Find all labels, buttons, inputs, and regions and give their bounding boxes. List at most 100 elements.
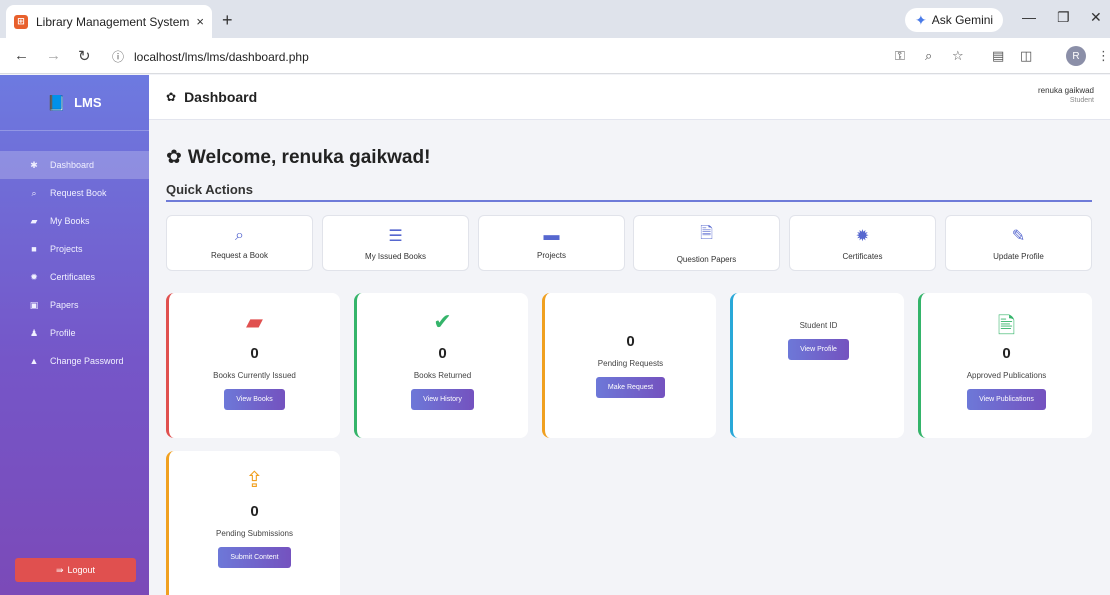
browser-tab[interactable]: ⊞ Library Management System | S × <box>6 5 212 38</box>
sidebar-item-label: Request Book <box>50 188 107 198</box>
submit-content-button[interactable]: Submit Content <box>218 547 291 568</box>
key-icon[interactable]: ⚿ <box>895 48 905 64</box>
logout-label: Logout <box>67 565 96 575</box>
view-profile-button[interactable]: View Profile <box>788 339 849 360</box>
view-books-button[interactable]: View Books <box>224 389 285 410</box>
quick-action-certificates[interactable]: ✹ Certificates <box>789 215 936 271</box>
sidebar: 📘 LMS ✱ Dashboard ⌕ Request Book ▰ My Bo… <box>0 75 149 595</box>
profile-avatar[interactable]: R <box>1066 46 1086 66</box>
sidebar-item-profile[interactable]: ♟ Profile <box>0 319 149 347</box>
back-arrow-icon[interactable]: ← <box>14 47 29 64</box>
tab-close-button[interactable]: × <box>196 14 204 29</box>
welcome-text: Welcome, renuka gaikwad! <box>187 146 431 168</box>
quick-action-label: My Issued Books <box>365 251 426 261</box>
sidebar-item-dashboard[interactable]: ✱ Dashboard <box>0 151 149 179</box>
sidebar-item-change-password[interactable]: ▲ Change Password <box>0 347 149 375</box>
sidebar-item-projects[interactable]: ■ Projects <box>0 235 149 263</box>
sidebar-item-papers[interactable]: ▣ Papers <box>0 291 149 319</box>
page-title-text: Dashboard <box>184 89 258 105</box>
sidebar-item-label: Profile <box>50 328 76 338</box>
sidebar-item-request-book[interactable]: ⌕ Request Book <box>0 179 149 207</box>
divider <box>166 200 1092 202</box>
ask-gemini-button[interactable]: ✦ Ask Gemini <box>905 8 1004 32</box>
menu-kebab-icon[interactable]: ⋮ <box>1097 48 1110 64</box>
search-icon: ⌕ <box>31 187 37 198</box>
quick-actions-title: Quick Actions <box>166 182 253 197</box>
user-icon: ♟ <box>29 327 39 338</box>
lock-icon: ▲ <box>29 356 39 366</box>
palette-icon: ✿ <box>166 147 182 168</box>
palette-icon: ✿ <box>166 90 177 104</box>
quick-action-projects[interactable]: ▬ Projects <box>478 215 625 271</box>
stat-value: 0 <box>1002 345 1011 362</box>
stat-label: Pending Submissions <box>216 529 293 538</box>
stat-card-student-id: Student ID View Profile <box>730 293 904 438</box>
gemini-label: Ask Gemini <box>931 13 994 27</box>
view-publications-button[interactable]: View Publications <box>967 389 1046 410</box>
stat-card-approved-publications: 🖹 0 Approved Publications View Publicati… <box>918 293 1092 438</box>
sidebar-item-my-books[interactable]: ▰ My Books <box>0 207 149 235</box>
quick-action-question-papers[interactable]: 🗎 Question Papers <box>633 215 780 271</box>
brand[interactable]: 📘 LMS <box>0 75 149 131</box>
book-icon: ▰ <box>30 215 38 226</box>
sidebar-item-label: Change Password <box>50 356 124 366</box>
sidebar-item-label: Certificates <box>50 272 96 282</box>
site-info-icon[interactable]: ⓘ <box>112 48 124 65</box>
logout-icon: ⇛ <box>55 564 64 575</box>
url-field[interactable]: ⓘ localhost/lms/lms/dashboard.php <box>112 48 309 65</box>
quick-action-label: Projects <box>537 250 566 260</box>
dashboard-icon: ✱ <box>30 159 38 170</box>
url-text: localhost/lms/lms/dashboard.php <box>134 49 309 64</box>
minimize-icon[interactable]: — <box>1022 9 1036 25</box>
make-request-button[interactable]: Make Request <box>595 377 666 398</box>
bookmark-star-icon[interactable]: ☆ <box>952 48 964 64</box>
view-history-button[interactable]: View History <box>411 389 474 410</box>
stat-label: Approved Publications <box>966 371 1047 380</box>
address-bar: ← → ↻ ⓘ localhost/lms/lms/dashboard.php … <box>0 38 1110 74</box>
stat-value: 0 <box>626 333 635 350</box>
stat-label: Books Currently Issued <box>213 371 296 380</box>
stat-card-pending-submissions: ⇪ 0 Pending Submissions Submit Content <box>166 451 340 595</box>
sidebar-item-label: Papers <box>50 300 79 310</box>
user-role: Student <box>1069 97 1094 104</box>
user-info[interactable]: renuka gaikwad Student <box>1038 86 1094 104</box>
quick-action-label: Certificates <box>842 251 883 261</box>
quick-action-update-profile[interactable]: ✎ Update Profile <box>945 215 1092 271</box>
forward-arrow-icon[interactable]: → <box>46 47 61 64</box>
folder-icon: ■ <box>31 244 37 254</box>
favicon-icon: ⊞ <box>14 14 28 29</box>
tab-title: Library Management System | S <box>36 14 191 29</box>
stat-label: Student ID <box>799 321 838 330</box>
check-circle-icon: ✔ <box>433 309 452 334</box>
quick-action-request-book[interactable]: ⌕ Request a Book <box>166 215 313 271</box>
stat-value: 0 <box>438 345 447 362</box>
zoom-icon[interactable]: ⌕ <box>925 48 932 64</box>
stat-label: Books Returned <box>413 371 472 380</box>
sidebar-item-label: My Books <box>50 216 90 226</box>
logout-button[interactable]: ⇛ Logout <box>15 558 136 582</box>
side-panel-icon[interactable]: ◫ <box>1020 48 1032 64</box>
upload-icon: ⇪ <box>245 467 264 492</box>
quick-action-label: Request a Book <box>211 250 268 260</box>
new-tab-button[interactable]: + <box>222 10 233 31</box>
edit-icon: ✎ <box>1011 227 1026 245</box>
sidebar-item-label: Projects <box>50 244 83 254</box>
stat-card-books-returned: ✔ 0 Books Returned View History <box>354 293 528 438</box>
quick-action-my-issued-books[interactable]: ☰ My Issued Books <box>322 215 469 271</box>
restore-icon[interactable]: ❐ <box>1057 9 1070 26</box>
user-name: renuka gaikwad <box>1037 86 1094 95</box>
sidebar-item-label: Dashboard <box>50 160 95 170</box>
sidebar-item-certificates[interactable]: ✹ Certificates <box>0 263 149 291</box>
sidebar-nav: ✱ Dashboard ⌕ Request Book ▰ My Books ■ … <box>0 151 149 375</box>
reading-mode-icon[interactable]: ▤ <box>992 48 1004 64</box>
close-window-icon[interactable]: ✕ <box>1090 9 1102 26</box>
welcome-heading: ✿ Welcome, renuka gaikwad! <box>166 146 430 169</box>
stat-card-books-issued: ▰ 0 Books Currently Issued View Books <box>166 293 340 438</box>
book-icon: ▰ <box>246 309 263 334</box>
document-icon: 🖹 <box>997 313 1016 338</box>
quick-action-label: Question Papers <box>676 255 737 264</box>
reload-icon[interactable]: ↻ <box>78 47 91 65</box>
stat-label: Pending Requests <box>597 359 664 368</box>
paper-icon: ▣ <box>29 299 39 310</box>
stat-card-pending-requests: 0 Pending Requests Make Request <box>542 293 716 438</box>
